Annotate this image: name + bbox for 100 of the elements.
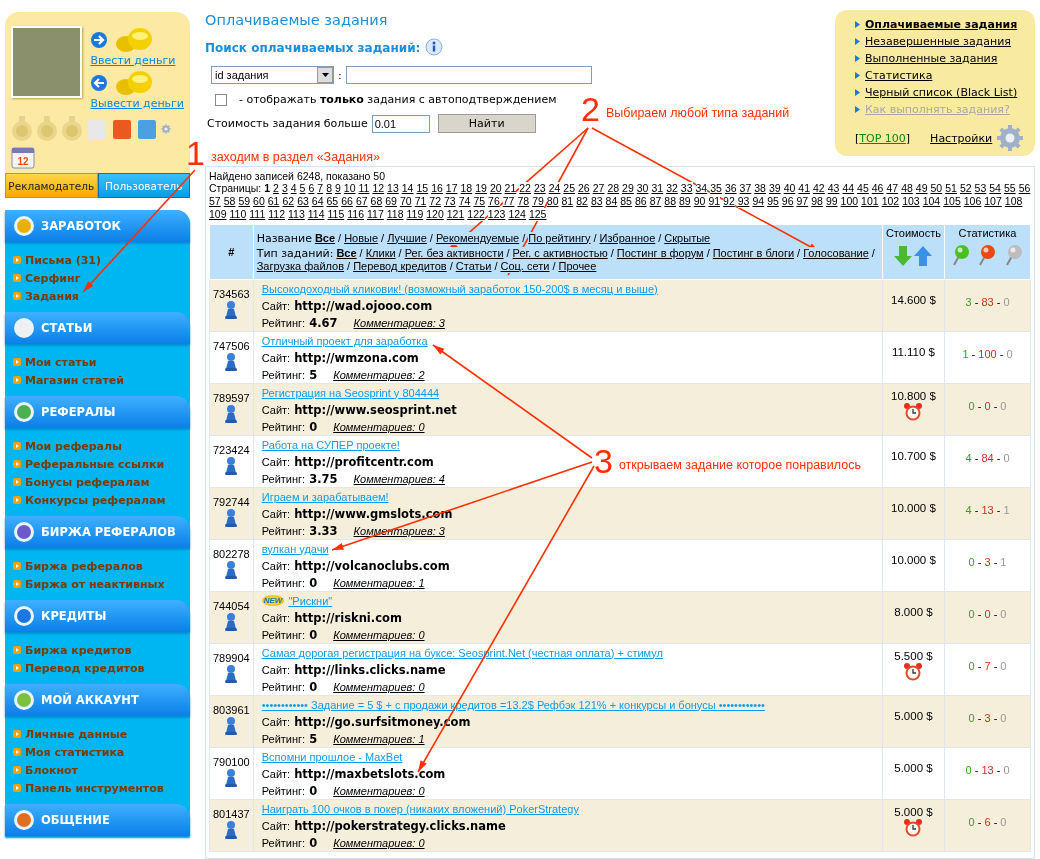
filter-link[interactable]: Рекомендуемые [435, 231, 520, 245]
page-link[interactable]: 22 [519, 182, 531, 195]
page-link[interactable]: 71 [414, 195, 427, 208]
page-link[interactable]: 45 [857, 182, 869, 195]
page-link[interactable]: 80 [546, 195, 559, 208]
page-link[interactable]: 10 [343, 182, 356, 195]
page-link[interactable]: 50 [930, 182, 943, 195]
page-link[interactable]: 66 [341, 195, 353, 208]
settings-icon[interactable] [161, 124, 171, 134]
page-link[interactable]: 15 [416, 182, 429, 195]
filter-link[interactable]: Лучшие [387, 231, 427, 245]
page-link[interactable]: 39 [768, 182, 781, 195]
page-link[interactable]: 19 [475, 182, 487, 195]
page-link[interactable]: 116 [347, 208, 364, 221]
filter-link[interactable]: Рег. без активности [404, 246, 504, 260]
page-link[interactable]: 95 [767, 195, 779, 208]
sidebar-item[interactable]: Моя статистика [25, 745, 125, 759]
sidebar-item[interactable]: Мои статьи [25, 355, 97, 369]
search-button[interactable]: Найти [437, 114, 536, 133]
page-link[interactable]: 51 [945, 182, 957, 195]
page-link[interactable]: 74 [458, 195, 471, 208]
page-link[interactable]: 67 [355, 195, 368, 208]
page-link[interactable]: 70 [399, 195, 412, 208]
page-link[interactable]: 54 [989, 182, 1001, 195]
page-link[interactable]: 94 [752, 195, 765, 208]
page-link[interactable]: 53 [974, 182, 987, 195]
page-link[interactable]: 21 [504, 182, 517, 195]
comments-link[interactable]: Комментариев: 2 [333, 368, 425, 381]
page-link[interactable]: 36 [724, 182, 737, 195]
sidebar-item[interactable]: Бонусы рефералам [25, 475, 150, 489]
page-link[interactable]: 6 [308, 182, 315, 195]
page-link[interactable]: 44 [842, 182, 855, 195]
type-select[interactable]: id задания [211, 66, 334, 84]
page-link[interactable]: 91 [708, 195, 721, 208]
page-link[interactable]: 32 [666, 182, 678, 195]
page-link[interactable]: 81 [561, 195, 574, 208]
page-link[interactable]: 117 [367, 208, 384, 221]
page-link[interactable]: 12 [372, 182, 385, 195]
filter-link[interactable]: Загрузка файлов [256, 259, 345, 273]
page-link[interactable]: 7 [317, 182, 324, 195]
page-link[interactable]: 17 [445, 182, 458, 195]
page-link[interactable]: 18 [460, 182, 473, 195]
page-link[interactable]: 97 [796, 195, 809, 208]
top-link[interactable]: TOP 100 [859, 131, 906, 145]
page-link[interactable]: 28 [607, 182, 620, 195]
page-link[interactable]: 73 [444, 195, 456, 208]
page-link[interactable]: 55 [1003, 182, 1016, 195]
page-link[interactable]: 99 [825, 195, 838, 208]
page-link[interactable]: 63 [297, 195, 309, 208]
page-link[interactable]: 100 [840, 195, 859, 208]
filter-link[interactable]: Избранное [599, 231, 656, 245]
page-link[interactable]: 88 [664, 195, 676, 208]
page-link[interactable]: 27 [592, 182, 605, 195]
page-link[interactable]: 46 [871, 182, 884, 195]
page-link[interactable]: 79 [532, 195, 544, 208]
page-link[interactable]: 118 [386, 208, 404, 221]
page-link[interactable]: 35 [710, 182, 722, 195]
page-link[interactable]: 40 [783, 182, 796, 195]
page-link[interactable]: 49 [915, 182, 928, 195]
page-link[interactable]: 101 [861, 195, 879, 208]
page-link[interactable]: 76 [488, 195, 500, 208]
sidebar-item[interactable]: Реферальные ссылки [25, 457, 165, 471]
page-link[interactable]: 43 [827, 182, 840, 195]
settings-icon[interactable] [996, 124, 1025, 152]
price-field[interactable]: 0.01 [371, 114, 430, 133]
page-link[interactable]: 93 [737, 195, 750, 208]
page-link[interactable]: 107 [984, 195, 1002, 208]
sidebar-item[interactable]: Письма (31) [25, 253, 101, 267]
sidebar-item[interactable]: Панель инструментов [25, 781, 164, 795]
mode-tab[interactable]: Рекламодатель [5, 173, 98, 198]
page-link[interactable]: 33 [680, 182, 693, 195]
page-link[interactable]: 26 [578, 182, 590, 195]
page-link[interactable]: 110 [229, 208, 247, 221]
page-link[interactable]: 84 [605, 195, 618, 208]
menu-link[interactable]: Черный список (Black List) [865, 86, 1018, 99]
page-link[interactable]: 37 [739, 182, 752, 195]
page-link[interactable]: 105 [943, 195, 961, 208]
page-link[interactable]: 58 [223, 195, 236, 208]
page-link[interactable]: 120 [426, 208, 444, 221]
page-link[interactable]: 56 [1018, 182, 1031, 195]
page-link[interactable]: 124 [508, 208, 526, 221]
page-link[interactable]: 30 [636, 182, 649, 195]
menu-link[interactable]: Оплачиваемые задания [865, 18, 1018, 31]
page-link[interactable]: 64 [311, 195, 324, 208]
page-link[interactable]: 65 [326, 195, 339, 208]
page-link[interactable]: 112 [268, 208, 285, 221]
page-link[interactable]: 115 [327, 208, 345, 221]
filter-link[interactable]: Клики [365, 246, 396, 260]
page-link[interactable]: 47 [886, 182, 899, 195]
page-link[interactable]: 25 [563, 182, 576, 195]
comments-link[interactable]: Комментариев: 0 [333, 784, 425, 797]
page-link[interactable]: 59 [238, 195, 251, 208]
search-field[interactable] [345, 66, 592, 84]
page-link[interactable]: 38 [754, 182, 766, 195]
page-link[interactable]: 89 [679, 195, 691, 208]
page-link[interactable]: 41 [798, 182, 811, 195]
page-link[interactable]: 8 [326, 182, 332, 195]
page-link[interactable]: 2 [273, 182, 279, 195]
comments-link[interactable]: Комментариев: 1 [333, 732, 425, 745]
sidebar-item[interactable]: Биржа рефералов [25, 559, 143, 573]
